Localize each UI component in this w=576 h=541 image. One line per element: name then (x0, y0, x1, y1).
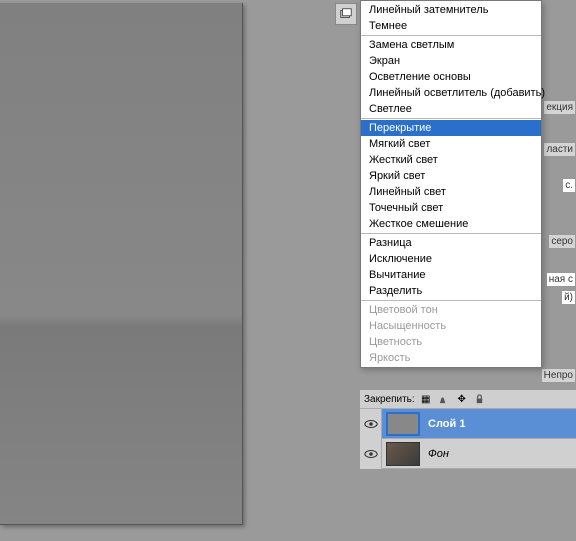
blend-mode-option[interactable]: Замена светлым (361, 37, 541, 53)
panel-text-fragment: ная с (546, 272, 576, 287)
blend-mode-option-selected[interactable]: Перекрытие (361, 120, 541, 136)
blend-mode-option[interactable]: Линейный затемнитель (361, 2, 541, 18)
lock-position-icon[interactable]: ✥ (455, 392, 469, 406)
layer-thumbnail[interactable] (386, 442, 420, 466)
blend-mode-option[interactable]: Разделить (361, 283, 541, 299)
panel-tab-fragment[interactable]: ласти (543, 142, 576, 157)
panel-tab-fragment[interactable]: екция (543, 100, 576, 115)
layer-thumbnail[interactable] (386, 412, 420, 436)
blend-mode-option[interactable]: Вычитание (361, 267, 541, 283)
panel-label-fragment: Непро (541, 368, 576, 383)
visibility-toggle-icon[interactable] (360, 439, 382, 469)
blend-mode-option[interactable]: Осветление основы (361, 69, 541, 85)
blend-mode-option[interactable]: Темнее (361, 18, 541, 34)
panel-text-fragment: с. (562, 178, 576, 193)
blend-mode-option[interactable]: Светлее (361, 101, 541, 117)
layer-row[interactable]: Фон (360, 439, 576, 469)
blend-mode-option[interactable]: Линейный осветлитель (добавить) (361, 85, 541, 101)
blend-mode-option-disabled: Цветовой тон (361, 302, 541, 318)
blend-mode-dropdown[interactable]: Линейный затемнитель Темнее Замена светл… (360, 0, 542, 368)
blend-mode-option[interactable]: Яркий свет (361, 168, 541, 184)
canvas-workspace (0, 0, 330, 541)
panel-button-fragment[interactable]: серо (548, 234, 576, 249)
blend-mode-option[interactable]: Разница (361, 235, 541, 251)
visibility-toggle-icon[interactable] (360, 409, 382, 439)
blend-mode-option-disabled: Цветность (361, 334, 541, 350)
blend-mode-option[interactable]: Мягкий свет (361, 136, 541, 152)
lock-all-icon[interactable] (473, 392, 487, 406)
layers-panel: Закрепить: ▦ ✥ Слой 1 Фон (360, 390, 576, 469)
blend-mode-option[interactable]: Экран (361, 53, 541, 69)
blend-mode-option[interactable]: Точечный свет (361, 200, 541, 216)
blend-mode-option[interactable]: Исключение (361, 251, 541, 267)
panel-text-fragment: й) (561, 290, 576, 305)
blend-mode-option-disabled: Насыщенность (361, 318, 541, 334)
layer-name[interactable]: Фон (424, 448, 576, 460)
layers-shortcut-icon[interactable] (335, 3, 357, 25)
lock-transparency-icon[interactable]: ▦ (419, 392, 433, 406)
blend-mode-option[interactable]: Жесткое смешение (361, 216, 541, 232)
toolbar-column (335, 3, 361, 63)
lock-label: Закрепить: (364, 394, 415, 405)
layers-lock-row: Закрепить: ▦ ✥ (360, 390, 576, 409)
document-canvas[interactable] (0, 3, 243, 525)
lock-pixels-icon[interactable] (437, 392, 451, 406)
blend-mode-option[interactable]: Жесткий свет (361, 152, 541, 168)
layer-name[interactable]: Слой 1 (424, 418, 576, 430)
blend-mode-option[interactable]: Линейный свет (361, 184, 541, 200)
blend-mode-option-disabled: Яркость (361, 350, 541, 366)
layer-row-active[interactable]: Слой 1 (360, 409, 576, 439)
